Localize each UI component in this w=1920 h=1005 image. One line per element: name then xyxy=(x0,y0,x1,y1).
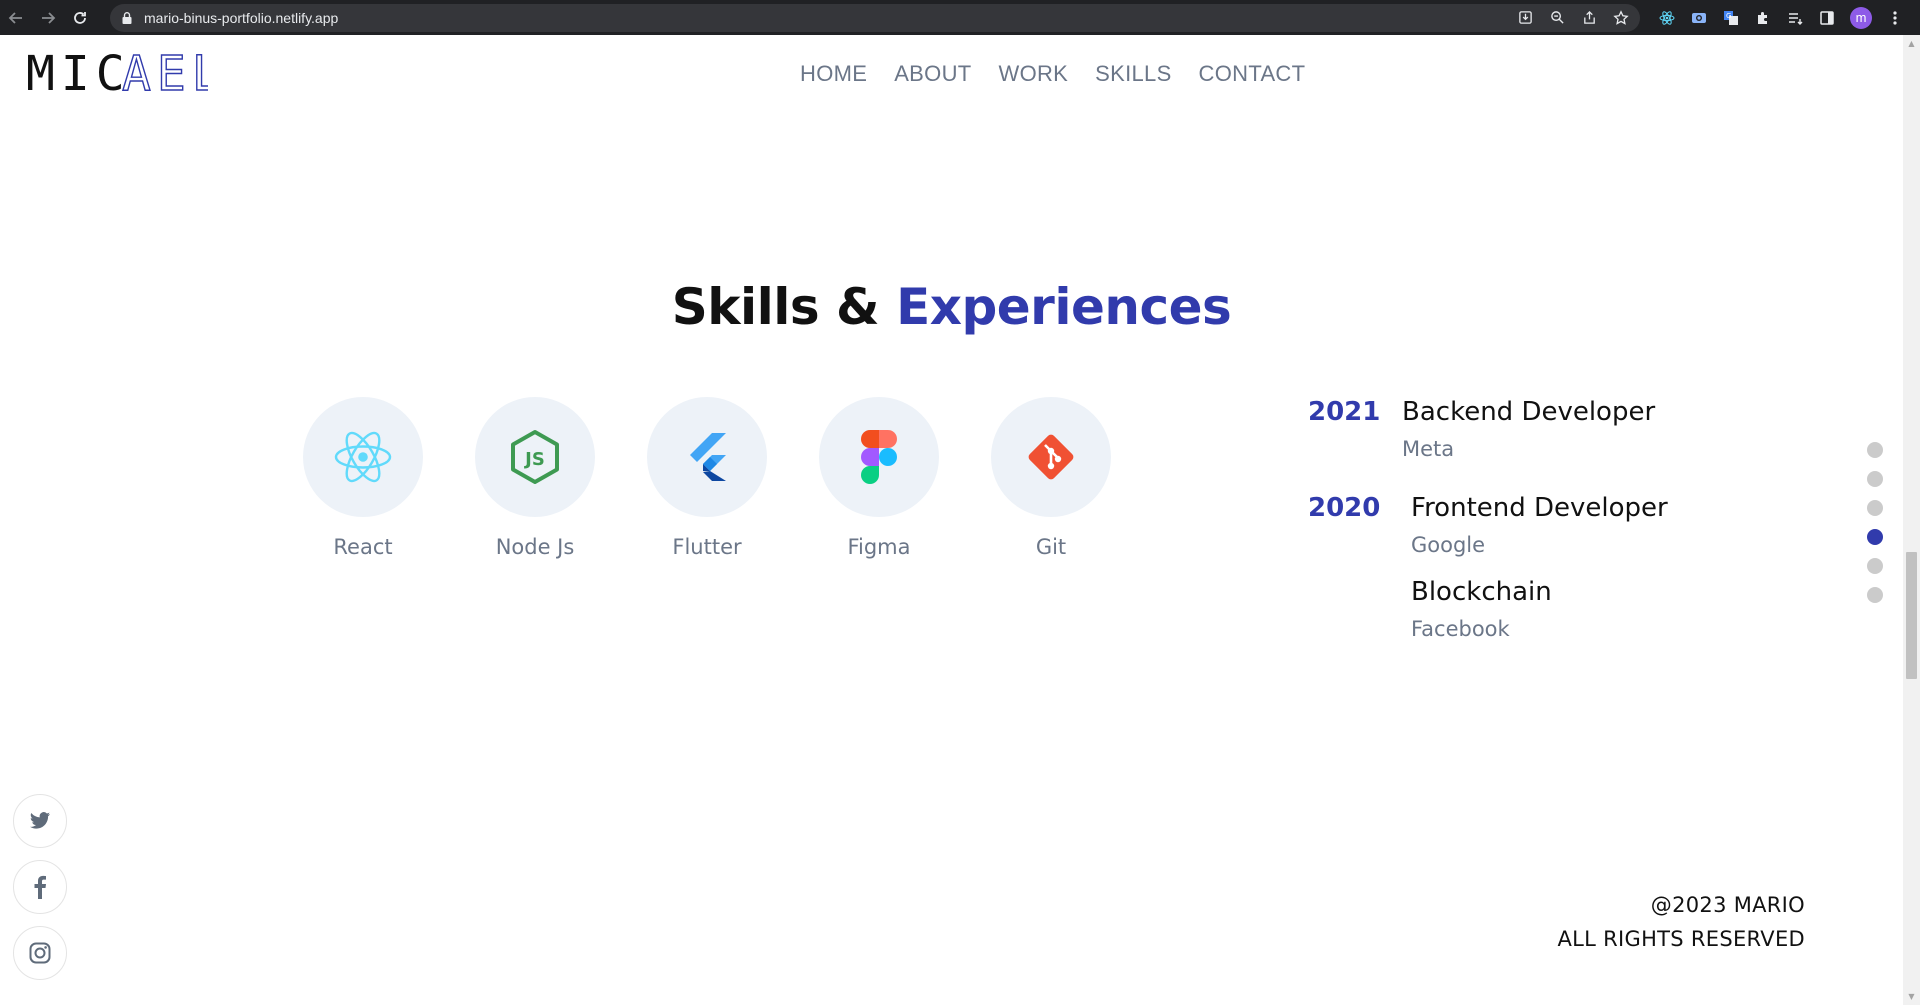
skill-icon-circle: JS xyxy=(475,397,595,517)
skill-icon-circle xyxy=(647,397,767,517)
section-dot-testimonial[interactable] xyxy=(1867,558,1883,574)
site-logo[interactable]: MIC AEL xyxy=(26,45,221,102)
reload-icon xyxy=(74,11,86,24)
reload-button[interactable] xyxy=(64,0,96,35)
flutter-icon xyxy=(690,433,726,481)
social-links xyxy=(13,794,67,980)
forward-button[interactable] xyxy=(32,0,64,35)
section-dot-skills[interactable] xyxy=(1867,529,1883,545)
section-nav-dots xyxy=(1867,442,1883,603)
section-title-accent: Experiences xyxy=(896,278,1232,336)
experience-role: Frontend Developer xyxy=(1411,493,1668,523)
experience-role: Blockchain xyxy=(1411,577,1552,607)
experience-company: Facebook xyxy=(1411,617,1510,641)
skill-item-react: React xyxy=(303,397,423,559)
skill-icon-circle xyxy=(991,397,1111,517)
instagram-link[interactable] xyxy=(13,926,67,980)
main-nav: HOME ABOUT WORK SKILLS CONTACT xyxy=(800,61,1305,87)
react-devtools-extension-icon[interactable] xyxy=(1658,9,1676,27)
profile-avatar[interactable]: m xyxy=(1850,6,1872,29)
nav-contact[interactable]: CONTACT xyxy=(1199,61,1306,87)
url-text: mario-binus-portfolio.netlify.app xyxy=(144,9,339,26)
arrow-right-icon xyxy=(42,11,56,24)
nav-work[interactable]: WORK xyxy=(999,61,1069,87)
skill-item-flutter: Flutter xyxy=(647,397,767,559)
nav-skills[interactable]: SKILLS xyxy=(1095,61,1171,87)
skill-item-nodejs: JS Node Js xyxy=(475,397,595,559)
skills-list: React JS Node Js Flutter Figma Git xyxy=(303,397,1111,559)
scrollbar-thumb[interactable] xyxy=(1906,552,1917,679)
svg-text:JS: JS xyxy=(523,449,545,470)
zoom-icon[interactable] xyxy=(1548,9,1566,27)
lock-icon xyxy=(122,11,132,24)
figma-icon xyxy=(861,430,897,484)
skill-label: Git xyxy=(1035,535,1067,559)
address-bar[interactable]: mario-binus-portfolio.netlify.app xyxy=(110,3,1640,32)
scroll-down-icon[interactable]: ▼ xyxy=(1903,988,1920,1005)
rights-text: ALL RIGHTS RESERVED xyxy=(1557,927,1805,951)
skill-item-git: Git xyxy=(991,397,1111,559)
bookmark-star-icon[interactable] xyxy=(1612,9,1630,27)
skill-label: Flutter xyxy=(672,535,742,559)
nav-home[interactable]: HOME xyxy=(800,61,867,87)
skill-label: Figma xyxy=(847,535,911,559)
twitter-icon xyxy=(29,812,51,829)
install-icon[interactable] xyxy=(1516,9,1534,27)
share-icon[interactable] xyxy=(1580,9,1598,27)
section-dot-home[interactable] xyxy=(1867,442,1883,458)
react-icon xyxy=(334,431,392,483)
twitter-link[interactable] xyxy=(13,794,67,848)
copyright-footer: @2023 MARIO ALL RIGHTS RESERVED xyxy=(1557,888,1805,956)
arrow-left-icon xyxy=(8,11,22,24)
skill-icon-circle xyxy=(819,397,939,517)
instagram-icon xyxy=(29,942,51,964)
experience-company: Google xyxy=(1411,533,1486,557)
section-dot-contact[interactable] xyxy=(1867,587,1883,603)
nav-about[interactable]: ABOUT xyxy=(894,61,971,87)
experience-year: 2020 xyxy=(1308,493,1381,523)
facebook-link[interactable] xyxy=(13,860,67,914)
translate-extension-icon[interactable]: G xyxy=(1722,9,1740,27)
skill-item-figma: Figma xyxy=(819,397,939,559)
nodejs-icon: JS xyxy=(511,430,559,484)
experience-year: 2021 xyxy=(1308,397,1381,427)
page-viewport: MIC AEL HOME ABOUT WORK SKILLS CONTACT S… xyxy=(0,35,1903,1005)
section-dot-about[interactable] xyxy=(1867,471,1883,487)
git-icon xyxy=(1028,434,1074,480)
skill-label: React xyxy=(333,535,393,559)
browser-menu-icon[interactable] xyxy=(1886,9,1904,27)
reading-list-icon[interactable] xyxy=(1786,9,1804,27)
skill-label: Node Js xyxy=(495,535,575,559)
logo-text-accent: AEL xyxy=(122,50,208,94)
screenshot-extension-icon[interactable] xyxy=(1690,9,1708,27)
page-scrollbar[interactable]: ▲ ▼ xyxy=(1903,35,1920,1005)
experience-company: Meta xyxy=(1402,437,1455,461)
section-title: Skills & Experiences xyxy=(0,278,1903,336)
back-button[interactable] xyxy=(0,0,32,35)
facebook-icon xyxy=(34,875,46,899)
section-title-main: Skills & xyxy=(671,278,880,336)
experience-role: Backend Developer xyxy=(1402,397,1656,427)
svg-text:G: G xyxy=(1726,12,1731,20)
side-panel-icon[interactable] xyxy=(1818,9,1836,27)
logo-text-dark: MIC xyxy=(26,50,131,94)
section-dot-work[interactable] xyxy=(1867,500,1883,516)
scroll-up-icon[interactable]: ▲ xyxy=(1903,35,1920,52)
skill-icon-circle xyxy=(303,397,423,517)
extensions-puzzle-icon[interactable] xyxy=(1754,9,1772,27)
copyright-text: @2023 MARIO xyxy=(1650,893,1805,917)
browser-toolbar: mario-binus-portfolio.netlify.app G m xyxy=(0,0,1920,35)
